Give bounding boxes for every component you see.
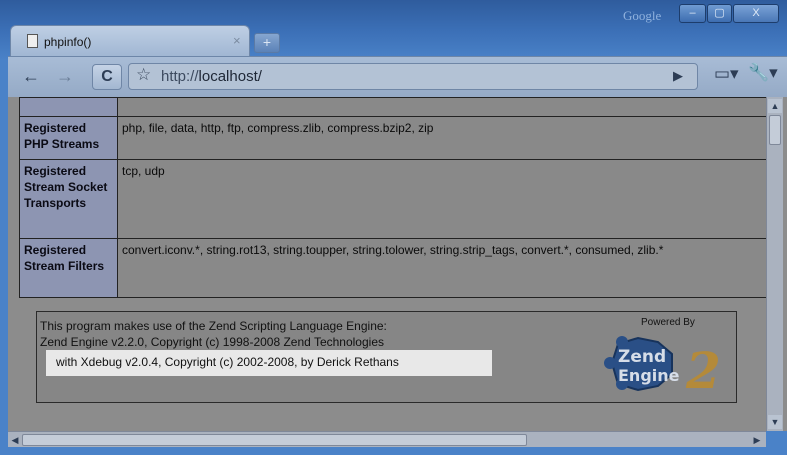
row-label: Registered Stream Socket Transports — [19, 159, 118, 239]
back-arrow-icon[interactable]: ← — [22, 66, 40, 87]
page-icon — [27, 34, 38, 48]
close-tab-icon[interactable]: × — [233, 33, 241, 48]
horizontal-scrollbar[interactable]: ◀ ▶ — [8, 431, 766, 448]
scroll-right-icon[interactable]: ▶ — [750, 433, 764, 447]
reload-icon[interactable]: C — [92, 64, 122, 90]
new-tab-button[interactable]: + — [254, 33, 280, 53]
row-value: convert.iconv.*, string.rot13, string.to… — [117, 238, 769, 298]
zend-credits-box: This program makes use of the Zend Scrip… — [36, 311, 737, 403]
row-value — [117, 97, 769, 117]
logo-number: 2 — [685, 341, 721, 394]
vertical-scroll-thumb[interactable] — [769, 115, 781, 145]
window-bottom-border — [0, 447, 787, 455]
table-row: Registered Stream Filters convert.iconv.… — [19, 238, 769, 298]
powered-by-label: Powered By — [641, 317, 695, 328]
zend-line-2: Zend Engine v2.2.0, Copyright (c) 1998-2… — [40, 335, 384, 349]
horizontal-scroll-thumb[interactable] — [22, 434, 527, 446]
phpinfo-table: Registered PHP Streams php, file, data, … — [19, 97, 769, 298]
vertical-scrollbar[interactable]: ▲ ▼ — [766, 97, 783, 431]
go-icon[interactable]: ▶ — [673, 68, 683, 84]
tab-phpinfo[interactable]: phpinfo() × — [10, 25, 250, 58]
xdebug-credit: with Xdebug v2.0.4, Copyright (c) 2002-2… — [46, 350, 492, 376]
row-value: tcp, udp — [117, 159, 769, 239]
brand-label: Google — [623, 8, 662, 23]
forward-arrow-icon[interactable]: → — [56, 66, 74, 87]
row-label: Registered Stream Filters — [19, 238, 118, 298]
row-label: Registered PHP Streams — [19, 116, 118, 160]
minimize-button[interactable]: ‒ — [679, 4, 706, 23]
zend-line-1: This program makes use of the Zend Scrip… — [40, 319, 387, 333]
url-host: localhost/ — [198, 68, 262, 85]
logo-word-2: Engine — [618, 366, 680, 385]
table-row — [19, 97, 769, 117]
address-bar[interactable]: ☆ http://localhost/ ▶ — [128, 63, 698, 90]
maximize-button[interactable]: ▢ — [707, 4, 732, 23]
scroll-up-icon[interactable]: ▲ — [768, 99, 782, 113]
zend-credits-text: This program makes use of the Zend Scrip… — [40, 318, 387, 350]
zend-engine-logo[interactable]: Zend Engine 2 — [602, 332, 734, 394]
close-window-button[interactable]: X — [733, 4, 779, 23]
tab-title: phpinfo() — [44, 35, 92, 49]
wrench-icon[interactable]: 🔧▾ — [748, 63, 778, 83]
row-value: php, file, data, http, ftp, compress.zli… — [117, 116, 769, 160]
url-text[interactable]: http://localhost/ — [161, 68, 262, 85]
toolbar: ← → C ☆ http://localhost/ ▶ ▭▾ 🔧▾ — [8, 56, 787, 97]
scroll-left-icon[interactable]: ◀ — [8, 433, 22, 447]
logo-word-1: Zend — [618, 347, 666, 367]
row-label — [19, 97, 118, 117]
page-menu-icon[interactable]: ▭▾ — [714, 64, 739, 84]
url-scheme: http:// — [161, 68, 199, 85]
table-row: Registered Stream Socket Transports tcp,… — [19, 159, 769, 239]
star-icon[interactable]: ☆ — [136, 65, 151, 85]
page-viewport: Registered PHP Streams php, file, data, … — [8, 97, 787, 431]
scroll-down-icon[interactable]: ▼ — [768, 415, 782, 429]
table-row: Registered PHP Streams php, file, data, … — [19, 116, 769, 160]
